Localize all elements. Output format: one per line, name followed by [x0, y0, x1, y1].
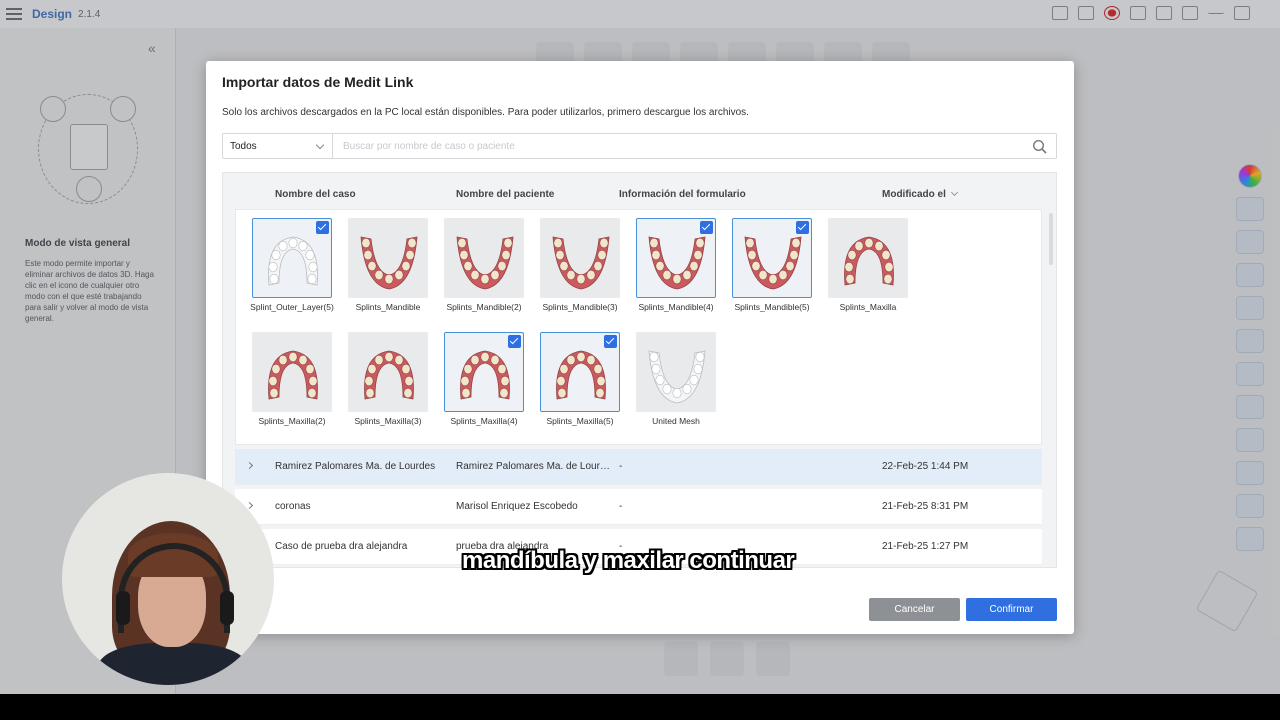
thumbnail-item[interactable]: Splints_Mandible(5): [724, 218, 820, 313]
dental-model-thumbnail: [252, 332, 332, 412]
sort-chevron-icon: [950, 188, 958, 197]
cell-case-name: coronas: [275, 501, 311, 512]
webcam-overlay: [62, 473, 274, 685]
headset-ear-right: [220, 591, 234, 625]
filter-bar: Todos: [222, 133, 1057, 159]
dental-model-thumbnail: [636, 332, 716, 412]
dental-model-thumbnail: [732, 218, 812, 298]
thumbnail-label: Splints_Mandible: [355, 302, 421, 312]
dental-model-thumbnail: [444, 332, 524, 412]
webcam-shirt: [98, 643, 248, 685]
cell-patient-name: Ramirez Palomares Ma. de Lourdes: [456, 461, 613, 472]
thumbnail-item[interactable]: Splints_Maxilla(5): [532, 332, 628, 427]
thumbnail-label: Splints_Mandible(5): [734, 302, 810, 312]
thumbnail-item[interactable]: Splints_Maxilla(2): [244, 332, 340, 427]
letterbox-bar: [0, 694, 1280, 720]
chevron-down-icon: [315, 140, 325, 150]
table-row[interactable]: Ramirez Palomares Ma. de Lourdes Ramirez …: [235, 449, 1042, 485]
thumbnail-label: Splints_Maxilla(3): [354, 416, 422, 426]
thumbnail-label: Splint_Outer_Layer(5): [250, 302, 334, 312]
dialog-title: Importar datos de Medit Link: [222, 74, 414, 90]
dental-model-thumbnail: [636, 218, 716, 298]
dental-model-thumbnail: [444, 218, 524, 298]
checkbox-checked-icon[interactable]: [508, 335, 521, 348]
cancel-button[interactable]: Cancelar: [869, 598, 960, 621]
column-modified[interactable]: Modificado el: [882, 188, 958, 200]
dental-model-thumbnail: [828, 218, 908, 298]
cell-modified: 21-Feb-25 8:31 PM: [882, 501, 969, 512]
cell-form-info: -: [619, 461, 623, 472]
checkbox-checked-icon[interactable]: [604, 335, 617, 348]
column-case-name[interactable]: Nombre del caso: [275, 189, 356, 200]
cell-modified: 22-Feb-25 1:44 PM: [882, 461, 969, 472]
cell-case-name: Caso de prueba dra alejandra: [275, 541, 408, 552]
thumbnail-item[interactable]: United Mesh: [628, 332, 724, 427]
column-form-info[interactable]: Información del formulario: [619, 189, 746, 200]
checkbox-checked-icon[interactable]: [796, 221, 809, 234]
thumbnail-label: Splints_Maxilla(4): [450, 416, 518, 426]
thumbnail-item[interactable]: Splints_Maxilla: [820, 218, 916, 313]
dialog-subtitle: Solo los archivos descargados en la PC l…: [222, 107, 749, 118]
column-patient-name[interactable]: Nombre del paciente: [456, 189, 554, 200]
thumbnail-label: Splints_Mandible(3): [542, 302, 618, 312]
video-caption: mandíbula y maxilar continuar: [462, 547, 795, 574]
thumbnail-item[interactable]: Splint_Outer_Layer(5): [244, 218, 340, 313]
table-row[interactable]: coronas Marisol Enriquez Escobedo - 21-Feb-…: [235, 489, 1042, 525]
dental-model-thumbnail: [252, 218, 332, 298]
dental-model-thumbnail: [348, 218, 428, 298]
case-table: Nombre del caso Nombre del paciente Info…: [222, 172, 1057, 568]
thumbnail-item[interactable]: Splints_Mandible: [340, 218, 436, 313]
thumbnail-label: Splints_Maxilla(2): [258, 416, 326, 426]
table-header: Nombre del caso Nombre del paciente Info…: [223, 173, 1056, 207]
cell-case-name: Ramirez Palomares Ma. de Lourdes: [275, 461, 436, 472]
search-input[interactable]: [333, 134, 1056, 158]
column-modified-label: Modificado el: [882, 189, 946, 200]
dental-model-thumbnail: [540, 332, 620, 412]
search-icon[interactable]: [1032, 139, 1048, 155]
cell-form-info: -: [619, 501, 623, 512]
thumbnail-item[interactable]: Splints_Mandible(3): [532, 218, 628, 313]
cell-patient-name: Marisol Enriquez Escobedo: [456, 501, 578, 512]
filter-dropdown[interactable]: Todos: [223, 134, 333, 158]
expand-chevron-icon[interactable]: [245, 461, 254, 470]
filter-selected: Todos: [230, 140, 257, 152]
thumbnail-label: Splints_Maxilla: [839, 302, 897, 312]
confirm-button[interactable]: Confirmar: [966, 598, 1057, 621]
thumbnail-item[interactable]: Splints_Mandible(2): [436, 218, 532, 313]
scrollbar[interactable]: [1049, 213, 1053, 265]
thumbnail-label: United Mesh: [652, 416, 700, 426]
thumbnail-label: Splints_Maxilla(5): [546, 416, 614, 426]
thumbnail-item[interactable]: Splints_Maxilla(4): [436, 332, 532, 427]
thumbnail-item[interactable]: Splints_Maxilla(3): [340, 332, 436, 427]
thumbnail-panel: Splint_Outer_Layer(5) Splints_Mandible Spl…: [235, 209, 1042, 445]
dental-model-thumbnail: [348, 332, 428, 412]
thumbnail-label: Splints_Mandible(2): [446, 302, 522, 312]
checkbox-checked-icon[interactable]: [316, 221, 329, 234]
dental-model-thumbnail: [540, 218, 620, 298]
headset-ear-left: [116, 591, 130, 625]
thumbnail-label: Splints_Mandible(4): [638, 302, 714, 312]
checkbox-checked-icon[interactable]: [700, 221, 713, 234]
cell-modified: 21-Feb-25 1:27 PM: [882, 541, 969, 552]
thumbnail-item[interactable]: Splints_Mandible(4): [628, 218, 724, 313]
